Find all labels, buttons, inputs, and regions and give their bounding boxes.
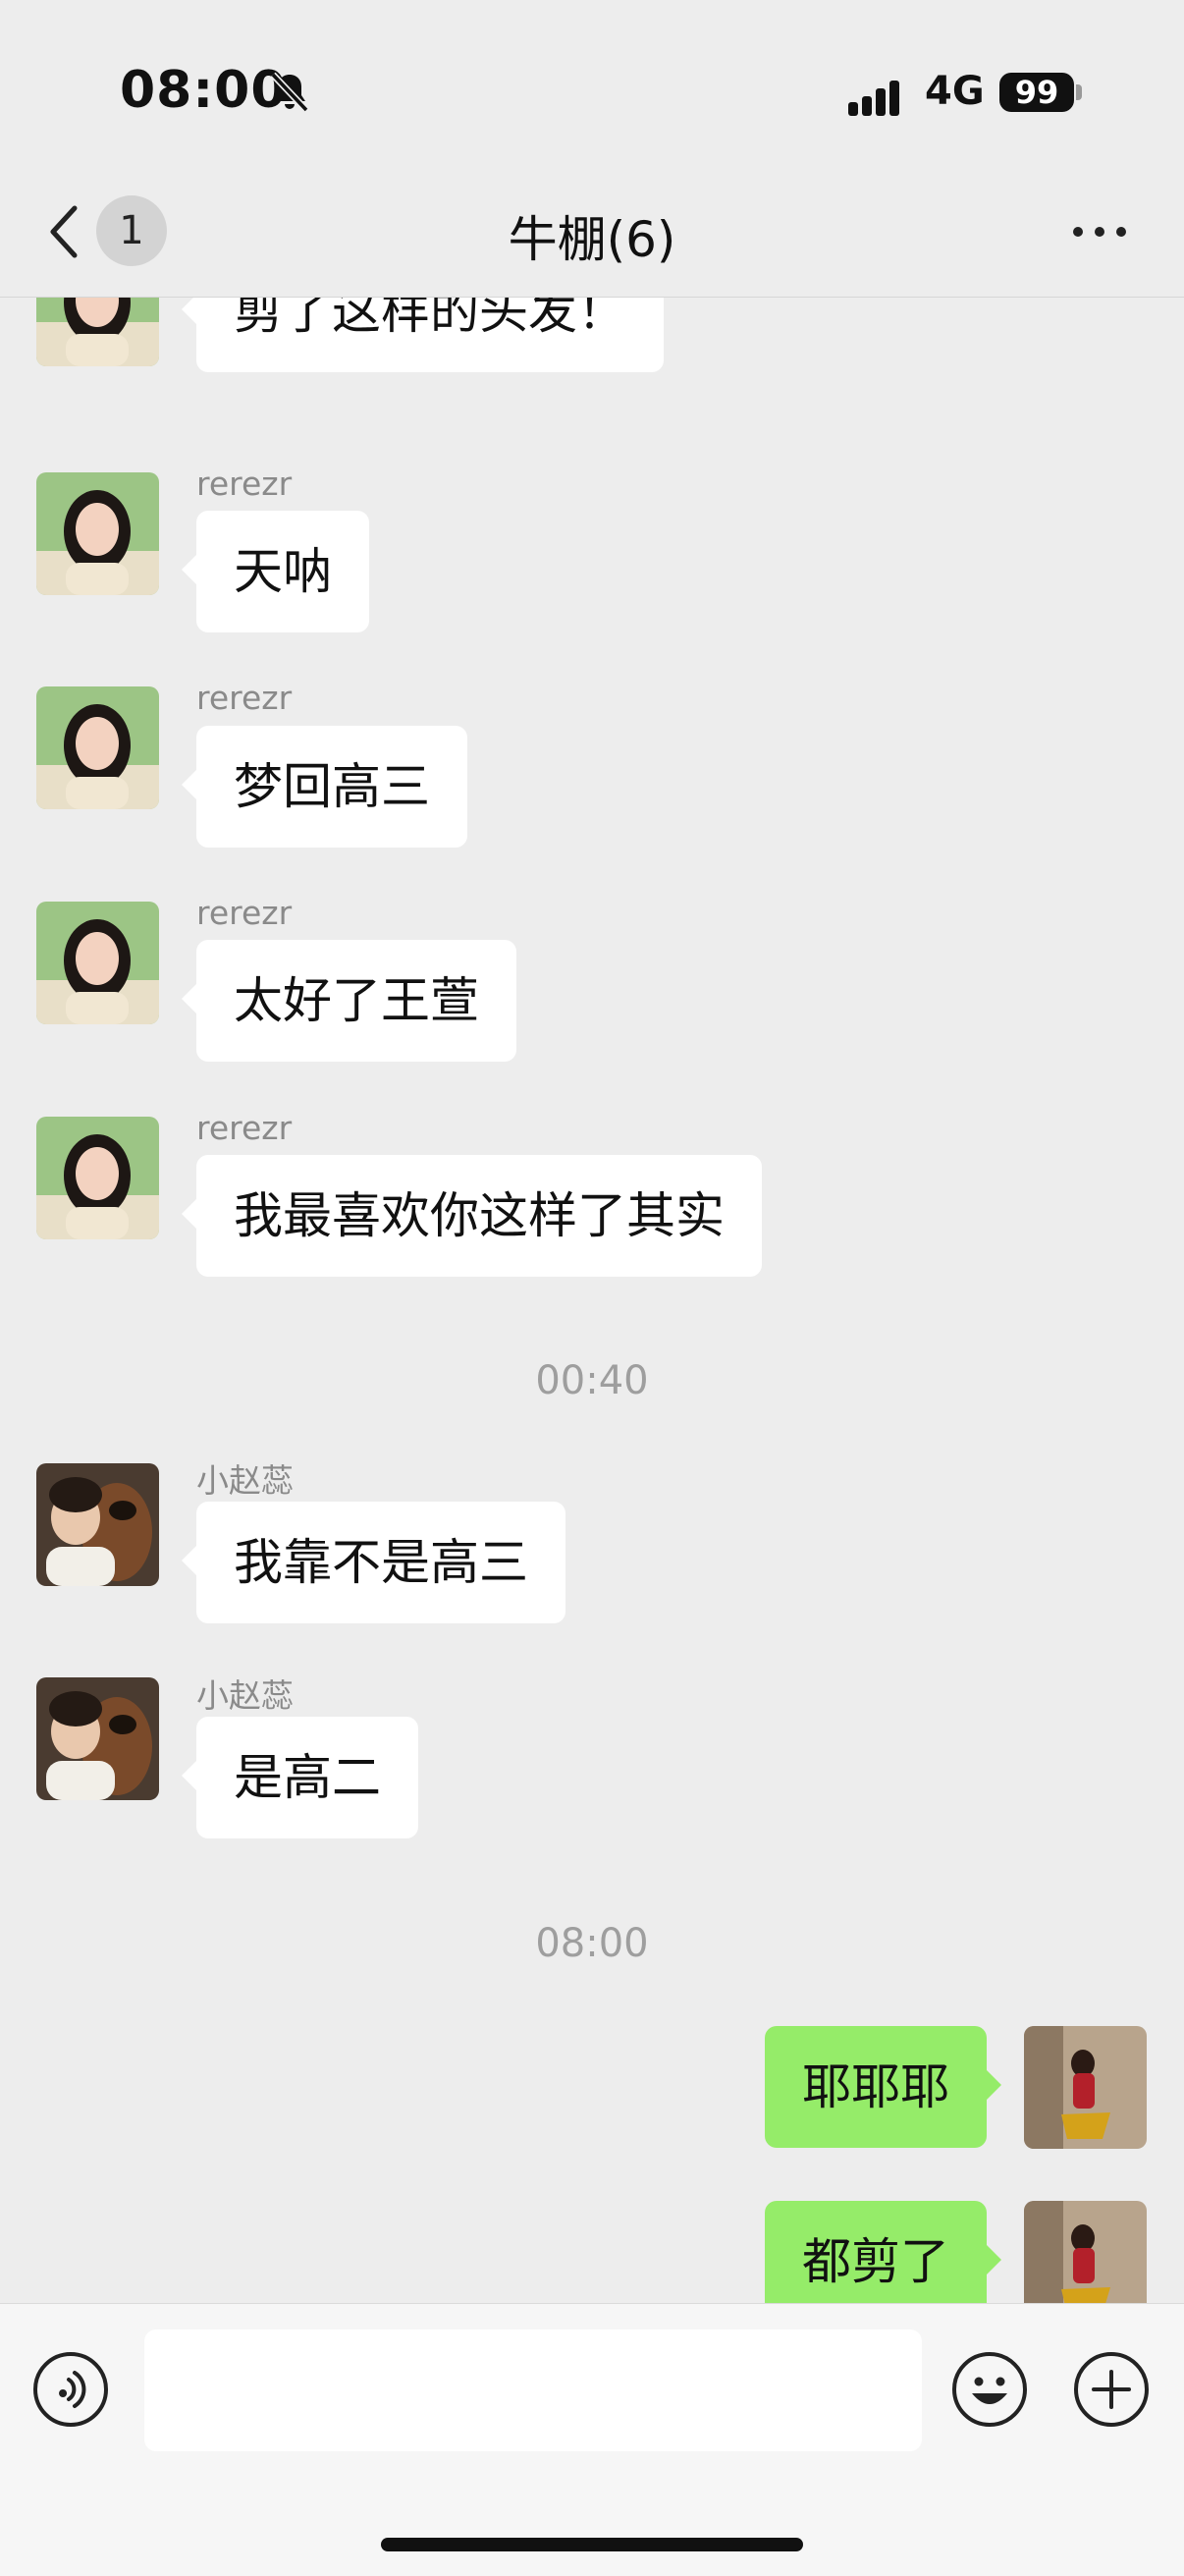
avatar-self[interactable] <box>1024 2201 1147 2303</box>
message-bubble[interactable]: 梦回高三 <box>182 726 467 848</box>
bell-muted-icon <box>270 72 309 113</box>
avatar-woman[interactable] <box>36 1117 159 1239</box>
sender-name: rerezr <box>196 1109 293 1147</box>
message-list[interactable]: 剪了这样的头发！ rerezr 天呐 rerezr 梦回高三 rerezr 太好… <box>0 298 1184 2303</box>
sender-name: 小赵蕊 <box>196 1676 294 1715</box>
message-input[interactable] <box>144 2329 922 2451</box>
network-type: 4G <box>925 69 985 114</box>
voice-icon[interactable] <box>33 2352 108 2427</box>
signal-icon <box>848 77 907 116</box>
emoji-icon[interactable] <box>952 2352 1027 2427</box>
message-bubble[interactable]: 是高二 <box>182 1717 418 1838</box>
home-indicator[interactable] <box>381 2538 803 2551</box>
avatar-woman[interactable] <box>36 472 159 595</box>
sender-name: rerezr <box>196 894 293 932</box>
sender-name: rerezr <box>196 679 293 717</box>
battery-icon: 99 <box>999 73 1074 112</box>
avatar-child-dog[interactable] <box>36 1677 159 1800</box>
avatar-child-dog[interactable] <box>36 1463 159 1586</box>
message-bubble[interactable]: 天呐 <box>182 511 369 632</box>
battery-tip <box>1076 84 1082 100</box>
message-bubble[interactable]: 我最喜欢你这样了其实 <box>182 1155 762 1277</box>
message-bubble-sent[interactable]: 都剪了 <box>765 2201 1001 2303</box>
chat-title: 牛棚(6) <box>508 211 676 268</box>
avatar-self[interactable] <box>1024 2026 1147 2149</box>
timestamp: 08:00 <box>535 1921 649 1966</box>
more-dots-icon[interactable] <box>1070 222 1129 242</box>
sender-name: rerezr <box>196 465 293 503</box>
avatar-woman[interactable] <box>36 298 159 366</box>
message-bubble[interactable]: 太好了王萱 <box>182 940 516 1062</box>
avatar-woman[interactable] <box>36 686 159 809</box>
message-bubble[interactable]: 我靠不是高三 <box>182 1502 565 1623</box>
message-bubble[interactable]: 剪了这样的头发！ <box>182 298 664 372</box>
timestamp: 00:40 <box>535 1358 649 1403</box>
avatar-woman[interactable] <box>36 902 159 1024</box>
plus-icon[interactable] <box>1074 2352 1149 2427</box>
message-bubble-sent[interactable]: 耶耶耶 <box>765 2026 1001 2148</box>
sender-name: 小赵蕊 <box>196 1461 294 1500</box>
status-time: 08:00 <box>120 61 288 120</box>
